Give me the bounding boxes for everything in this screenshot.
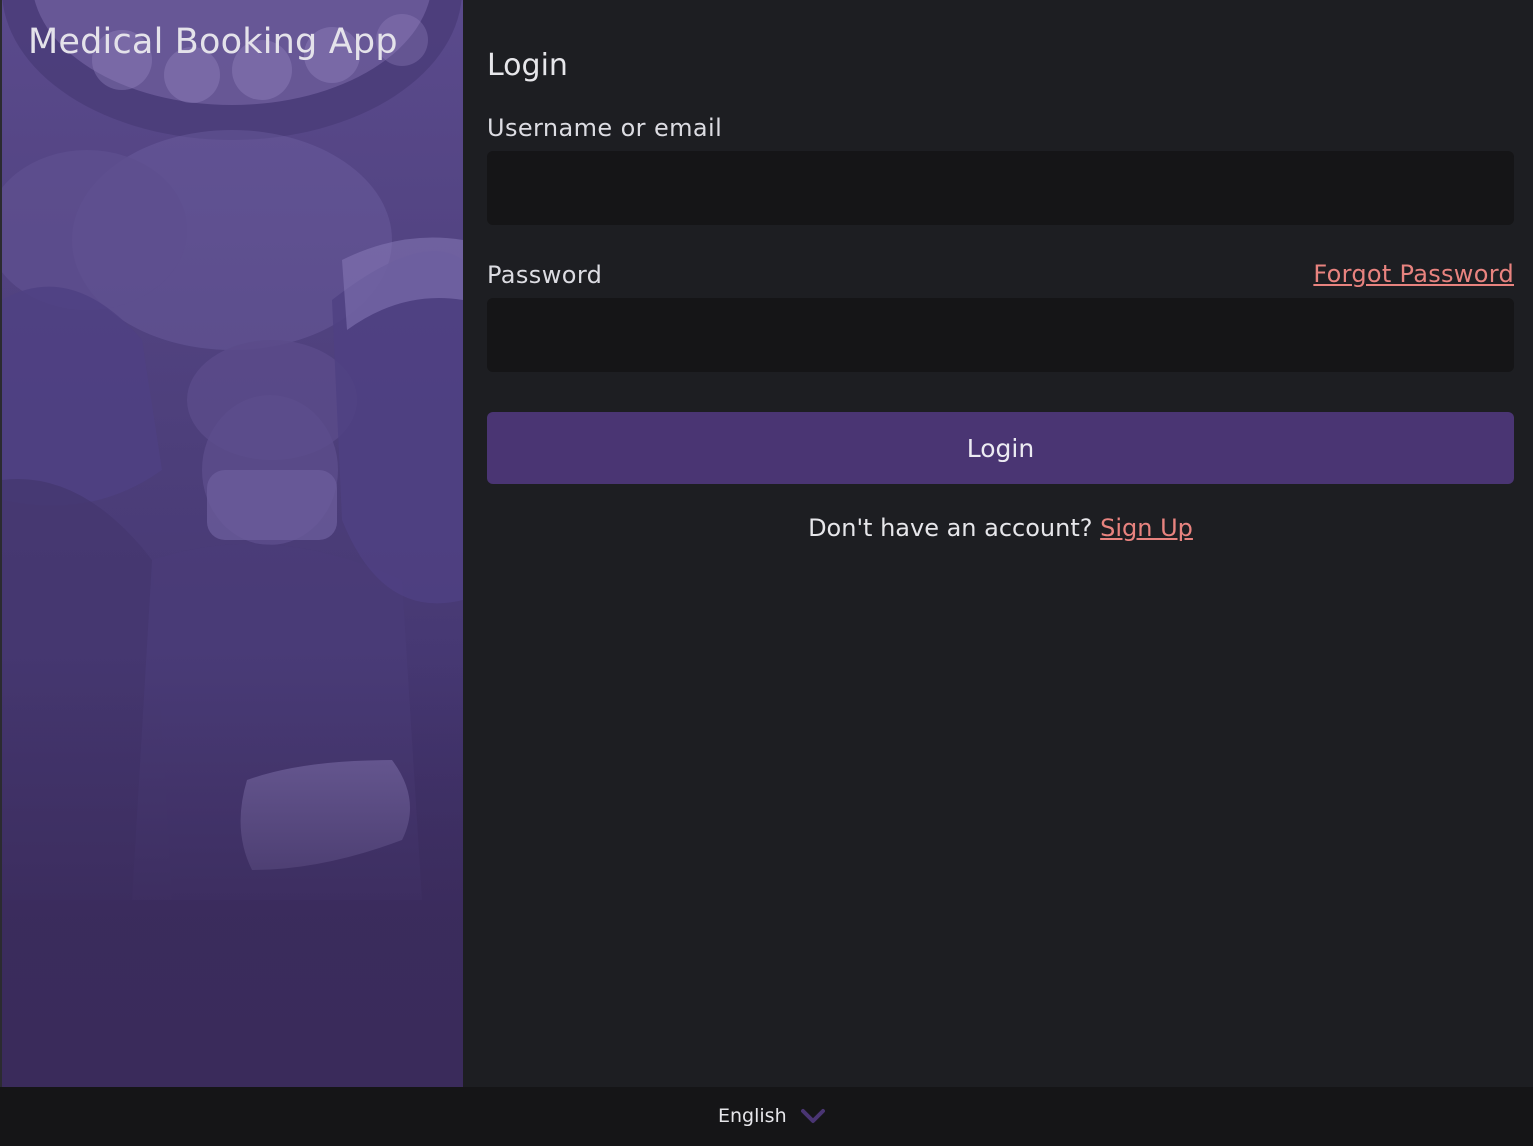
login-form-panel: Login Username or email Password Forgot … (463, 0, 1533, 1087)
chevron-down-icon (800, 1106, 825, 1126)
branding-panel: Medical Booking App (2, 0, 463, 1087)
app-title: Medical Booking App (28, 22, 398, 62)
forgot-password-link[interactable]: Forgot Password (1313, 260, 1514, 288)
username-input[interactable] (487, 151, 1514, 225)
signup-link[interactable]: Sign Up (1100, 514, 1193, 542)
password-label: Password (487, 261, 603, 289)
panel-gradient-overlay (2, 0, 463, 1087)
page-title: Login (487, 48, 568, 83)
language-selector[interactable]: English (718, 1105, 825, 1127)
signup-row: Don't have an account? Sign Up (487, 514, 1514, 542)
language-label: English (718, 1105, 787, 1127)
password-input[interactable] (487, 298, 1514, 372)
login-button[interactable]: Login (487, 412, 1514, 484)
username-label: Username or email (487, 114, 723, 142)
footer: English (0, 1087, 1533, 1146)
app-root: Medical Booking App Login Username or em… (0, 0, 1533, 1146)
signup-prompt: Don't have an account? (808, 514, 1093, 542)
